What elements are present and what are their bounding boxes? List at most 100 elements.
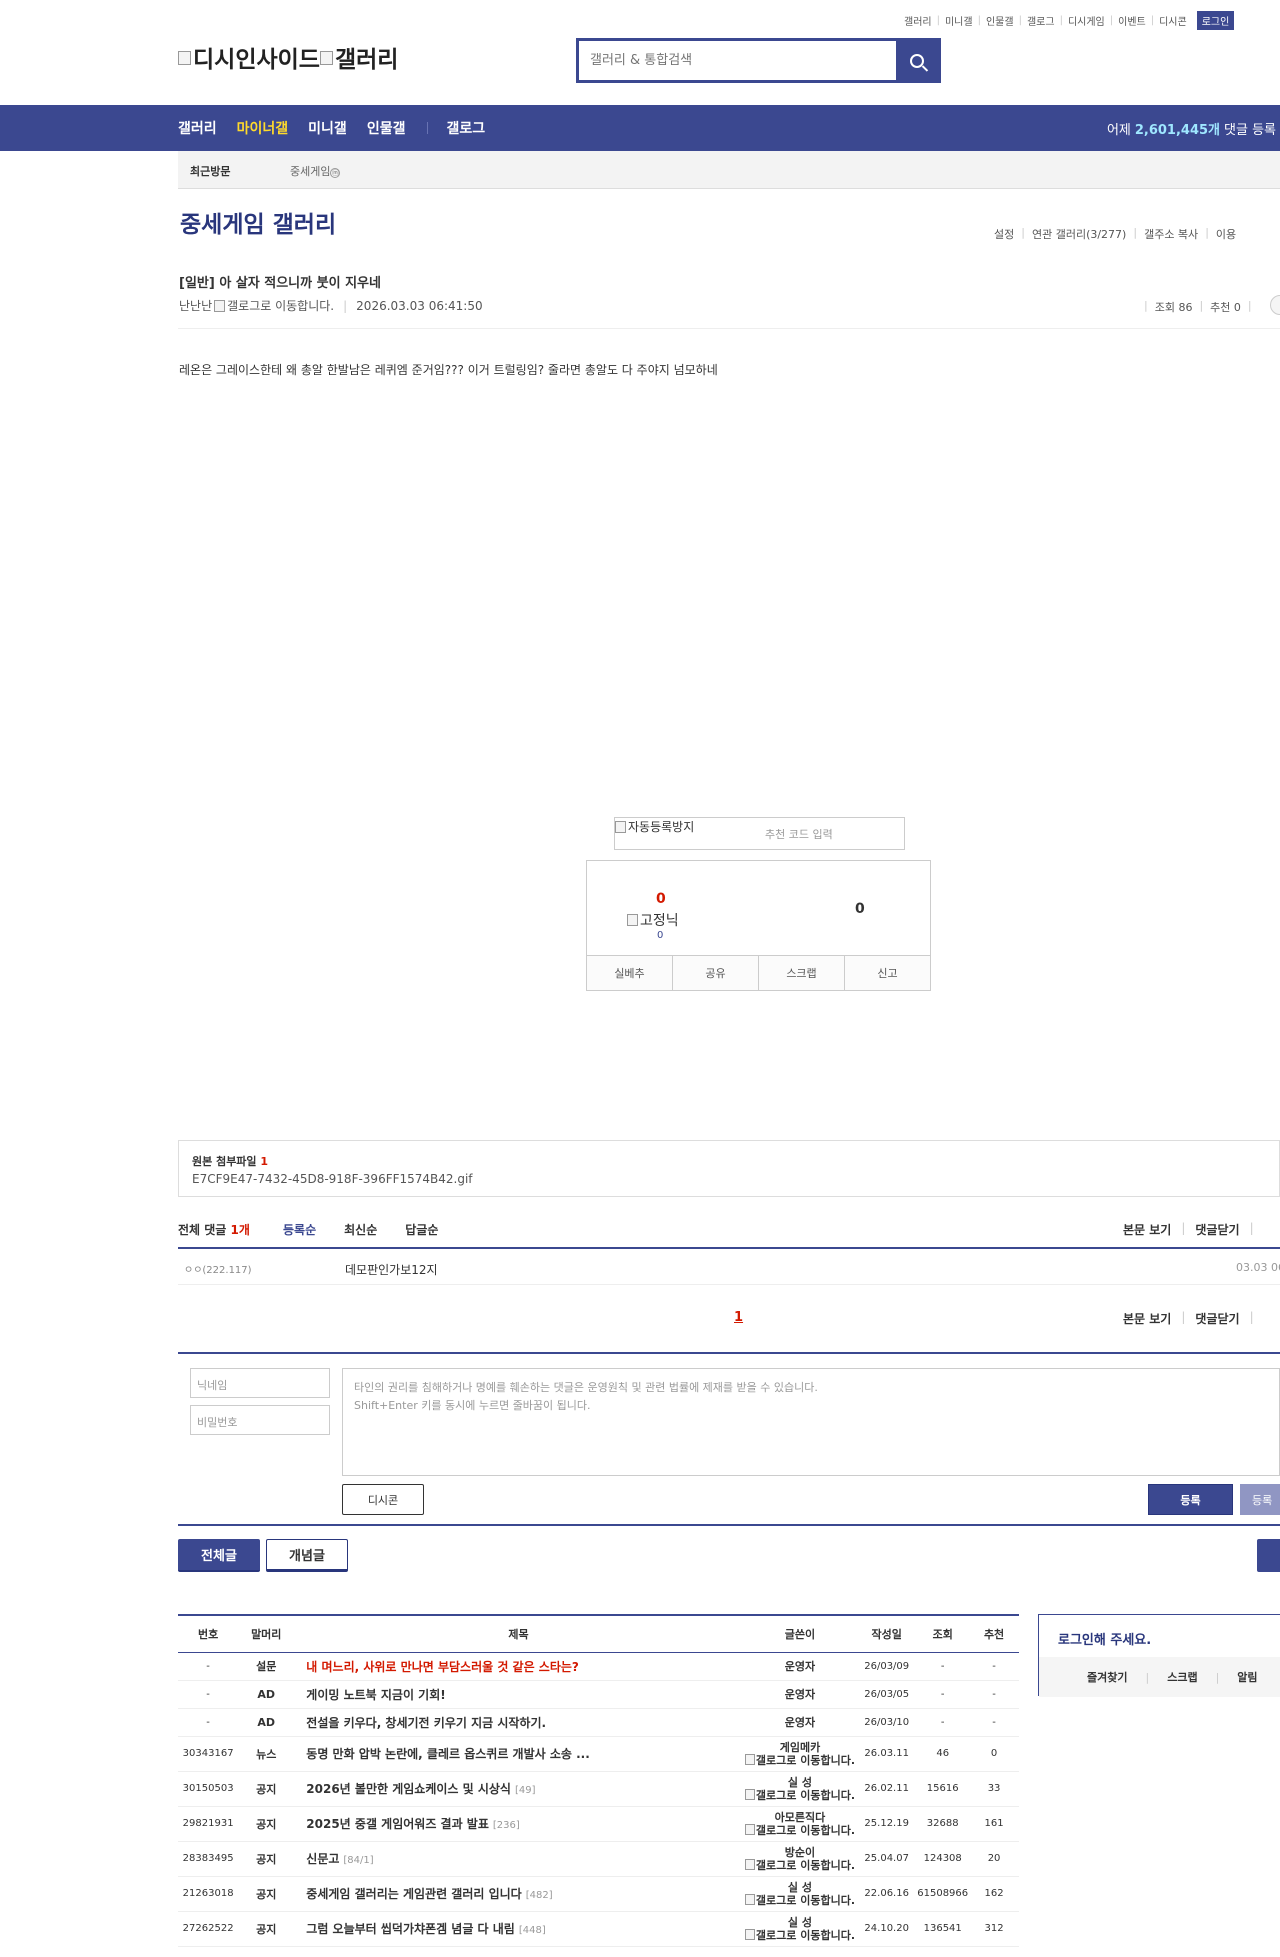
- row-title[interactable]: 2025년 중갤 게임어워즈 결과 발표: [306, 1817, 489, 1831]
- header-title: 제목: [294, 1614, 743, 1653]
- post-author[interactable]: 난난난: [179, 297, 212, 314]
- row-reply-count[interactable]: [49]: [515, 1785, 536, 1796]
- row-title-cell[interactable]: 중세게임 갤러리는 게임관련 갤러리 입니다 [482]: [294, 1876, 743, 1912]
- writer-name[interactable]: 운영자: [785, 1688, 815, 1701]
- recommend-code-input[interactable]: 추천 코드 입력: [765, 826, 833, 842]
- write-post-button[interactable]: [1257, 1539, 1280, 1572]
- writer-name[interactable]: 게임메카: [743, 1741, 857, 1754]
- topmenu-event[interactable]: 이벤트: [1118, 13, 1146, 28]
- more-options-button[interactable]: [1270, 295, 1280, 315]
- writer-gallog-link[interactable]: 갤로그로 이동합니다.: [756, 1929, 855, 1942]
- gallery-settings[interactable]: 설정: [994, 226, 1014, 242]
- row-reply-count[interactable]: [448]: [519, 1925, 546, 1936]
- row-reply-count[interactable]: [482]: [526, 1890, 553, 1901]
- tab-all-posts[interactable]: 전체글: [178, 1539, 260, 1572]
- site-logo[interactable]: 디시인사이드 갤러리: [178, 40, 398, 74]
- writer-gallog-link[interactable]: 갤로그로 이동합니다.: [756, 1859, 855, 1872]
- gallog-link[interactable]: 갤로그로 이동합니다.: [227, 297, 334, 314]
- comment-total: 전체 댓글 1개: [178, 1221, 250, 1238]
- topmenu-dcgame[interactable]: 디시게임: [1068, 13, 1105, 28]
- writer-name[interactable]: 방순이: [743, 1846, 857, 1859]
- row-title-cell[interactable]: 그럼 오늘부터 씹덕가챠폰겜 념글 다 내림 [448]: [294, 1911, 743, 1947]
- login-button[interactable]: 로그인: [1196, 11, 1235, 30]
- gallery-title[interactable]: 중세게임 갤러리: [180, 205, 336, 239]
- gallery-usage[interactable]: 이용: [1216, 226, 1236, 242]
- search-button[interactable]: [896, 41, 938, 80]
- nickname-input[interactable]: 닉네임: [190, 1368, 330, 1398]
- logo-alt-text: 디시인사이드: [193, 47, 320, 73]
- row-title[interactable]: 전설을 키우다, 창세기전 키우기 지금 시작하기.: [306, 1716, 546, 1730]
- nav-minor-gallery[interactable]: 마이너갤: [237, 118, 289, 138]
- copy-gallery-address[interactable]: 갤주소 복사: [1144, 226, 1198, 242]
- topmenu-gallog[interactable]: 갤로그: [1027, 13, 1055, 28]
- row-writer: 실 성 갤로그로 이동합니다.: [742, 1771, 858, 1807]
- writer-name[interactable]: 실 성: [743, 1881, 857, 1894]
- scrap-button[interactable]: 스크랩: [759, 956, 845, 990]
- writer-name[interactable]: 운영자: [785, 1716, 815, 1729]
- row-number: 29821931: [178, 1806, 239, 1842]
- notification-link[interactable]: 알림: [1237, 1669, 1257, 1685]
- related-gallery[interactable]: 연관 갤러리(3/277): [1032, 226, 1126, 242]
- nav-gallery[interactable]: 갤러리: [178, 118, 217, 138]
- writer-gallog-link[interactable]: 갤로그로 이동합니다.: [756, 1789, 855, 1802]
- comment-page-1[interactable]: 1: [734, 1310, 743, 1325]
- sort-latest[interactable]: 최신순: [344, 1221, 377, 1238]
- row-title-cell[interactable]: 신문고 [84/1]: [294, 1841, 743, 1877]
- row-title-cell[interactable]: 전설을 키우다, 창세기전 키우기 지금 시작하기.: [294, 1708, 743, 1737]
- login-prompt[interactable]: 로그인해 주세요.: [1058, 1629, 1151, 1648]
- row-title[interactable]: 게이밍 노트북 지금이 기회!: [306, 1688, 445, 1702]
- view-body-button-bottom[interactable]: 본문 보기: [1123, 1310, 1171, 1327]
- view-body-button[interactable]: 본문 보기: [1123, 1221, 1171, 1238]
- nav-person-gallery[interactable]: 인물갤: [367, 118, 406, 138]
- row-title[interactable]: 중세게임 갤러리는 게임관련 갤러리 입니다: [306, 1887, 521, 1901]
- nav-mini-gallery[interactable]: 미니갤: [308, 118, 347, 138]
- scrap-link[interactable]: 스크랩: [1167, 1669, 1197, 1685]
- recent-visit-label[interactable]: 최근방문: [190, 163, 230, 179]
- share-button[interactable]: 공유: [673, 956, 759, 990]
- row-title[interactable]: 신문고: [306, 1852, 339, 1866]
- row-views: 136541: [916, 1911, 970, 1947]
- row-title[interactable]: 2026년 볼만한 게임쇼케이스 및 시상식: [306, 1782, 511, 1796]
- register-comment-button-2[interactable]: 등록: [1240, 1484, 1280, 1515]
- nav-gallog[interactable]: 갤로그: [446, 118, 485, 138]
- attachment-file-link[interactable]: E7CF9E47-7432-45D8-918F-396FF1574B42.gif: [192, 1172, 473, 1186]
- writer-name[interactable]: 실 성: [743, 1776, 857, 1789]
- comment-nick[interactable]: ㅇㅇ(222.117): [184, 1261, 252, 1276]
- close-comments-button-bottom[interactable]: 댓글닫기: [1195, 1310, 1239, 1327]
- register-comment-button[interactable]: 등록: [1148, 1484, 1233, 1515]
- writer-name[interactable]: 아모른직다: [743, 1811, 857, 1824]
- sort-registered[interactable]: 등록순: [283, 1221, 316, 1238]
- search-input[interactable]: [579, 41, 896, 80]
- row-title-cell[interactable]: 2026년 볼만한 게임쇼케이스 및 시상식 [49]: [294, 1771, 743, 1807]
- writer-gallog-link[interactable]: 갤로그로 이동합니다.: [756, 1754, 855, 1767]
- row-title-cell[interactable]: 게이밍 노트북 지금이 기회!: [294, 1680, 743, 1709]
- comment-total-count: 1개: [230, 1223, 250, 1237]
- close-comments-button[interactable]: 댓글닫기: [1195, 1221, 1239, 1238]
- row-reply-count[interactable]: [84/1]: [343, 1855, 373, 1866]
- topmenu-dccon[interactable]: 디시콘: [1159, 13, 1187, 28]
- comment-textarea[interactable]: 타인의 권리를 침해하거나 명예를 훼손하는 댓글은 운영원칙 및 관련 법률에…: [342, 1368, 1280, 1476]
- dccon-button[interactable]: 디시콘: [342, 1484, 424, 1515]
- topmenu-minigal[interactable]: 미니갤: [945, 13, 973, 28]
- sort-replies[interactable]: 답글순: [405, 1221, 438, 1238]
- password-input[interactable]: 비밀번호: [190, 1405, 330, 1435]
- row-reply-count[interactable]: [236]: [493, 1820, 520, 1831]
- writer-name[interactable]: 실 성: [743, 1916, 857, 1929]
- writer-gallog-link[interactable]: 갤로그로 이동합니다.: [756, 1894, 855, 1907]
- row-recommends: -: [969, 1680, 1019, 1709]
- row-title[interactable]: 그럼 오늘부터 씹덕가챠폰겜 념글 다 내림: [306, 1922, 515, 1936]
- silver-best-button[interactable]: 실베추: [587, 956, 673, 990]
- row-title[interactable]: 내 며느리, 사위로 만나면 부담스러울 것 같은 스타는?: [306, 1660, 579, 1674]
- report-button[interactable]: 신고: [845, 956, 930, 990]
- row-title-cell[interactable]: 동명 만화 압박 논란에, 클레르 옵스퀴르 개발사 소송 ...: [294, 1736, 743, 1772]
- row-title[interactable]: 동명 만화 압박 논란에, 클레르 옵스퀴르 개발사 소송 ...: [306, 1747, 590, 1761]
- writer-name[interactable]: 운영자: [785, 1660, 815, 1673]
- favorites-link[interactable]: 즐겨찾기: [1087, 1669, 1127, 1685]
- writer-gallog-link[interactable]: 갤로그로 이동합니다.: [756, 1824, 855, 1837]
- row-title-cell[interactable]: 2025년 중갤 게임어워즈 결과 발표 [236]: [294, 1806, 743, 1842]
- row-title-cell[interactable]: 내 며느리, 사위로 만나면 부담스러울 것 같은 스타는?: [294, 1652, 743, 1681]
- topmenu-gallery[interactable]: 갤러리: [904, 13, 932, 28]
- topmenu-person[interactable]: 인물갤: [986, 13, 1014, 28]
- tab-recommended-posts[interactable]: 개념글: [266, 1539, 348, 1572]
- recent-visit-item[interactable]: 중세게임 ⓜ: [290, 163, 341, 179]
